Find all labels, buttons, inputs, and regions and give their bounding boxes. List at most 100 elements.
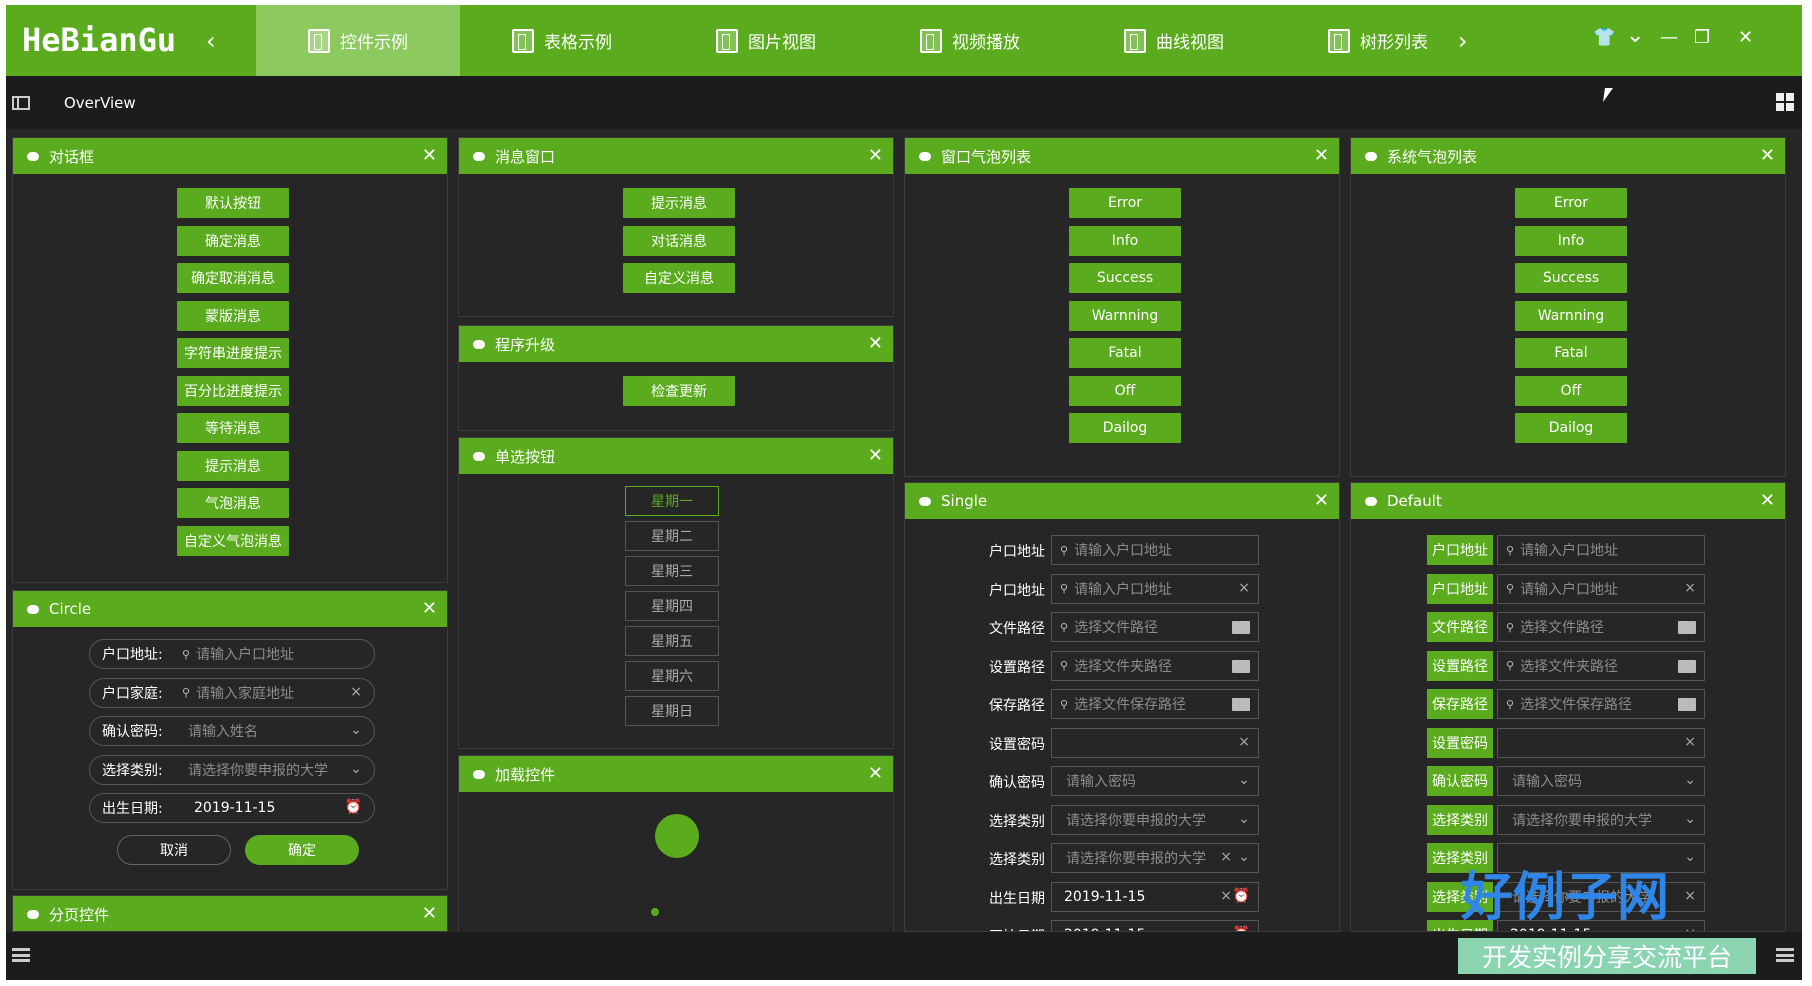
check-update-button[interactable]: 检查更新	[623, 376, 735, 406]
dialog-buttons-button-2[interactable]: 确定取消消息	[177, 263, 289, 293]
dialog-buttons-button-6[interactable]: 等待消息	[177, 413, 289, 443]
window-bubble-buttons-button-2[interactable]: Success	[1069, 263, 1181, 293]
close-icon[interactable]: ✕	[868, 333, 883, 354]
folder-icon[interactable]	[1232, 659, 1250, 673]
weekday-radio-1[interactable]: 星期二	[625, 521, 719, 551]
clear-icon[interactable]: ×	[1684, 580, 1696, 596]
clear-icon[interactable]: ×	[1238, 734, 1250, 750]
single-fields-input-10[interactable]: 2019-11-15⏰	[1051, 920, 1259, 931]
single-fields-input-1[interactable]: ⚲ 请输入户口地址 ×	[1051, 573, 1259, 604]
chevron-down-icon[interactable]: ⌄	[1626, 23, 1644, 48]
tab-2[interactable]: 图片视图	[664, 5, 868, 76]
circle-field-0[interactable]: 户口地址: ⚲ 请输入户口地址	[89, 639, 375, 669]
weekday-radio-3[interactable]: 星期四	[625, 591, 719, 621]
chevron-down-icon[interactable]: ⌄	[1684, 811, 1696, 827]
system-bubble-buttons-button-2[interactable]: Success	[1515, 263, 1627, 293]
close-icon[interactable]: ✕	[1314, 490, 1329, 511]
window-bubble-buttons-button-4[interactable]: Fatal	[1069, 338, 1181, 368]
message-buttons-button-2[interactable]: 自定义消息	[623, 263, 735, 293]
message-buttons-button-1[interactable]: 对话消息	[623, 225, 735, 256]
close-icon[interactable]: ✕	[868, 145, 883, 166]
chevron-down-icon[interactable]: ⌄	[350, 761, 362, 777]
system-bubble-buttons-button-1[interactable]: Info	[1515, 225, 1627, 256]
default-fields-input-2[interactable]: ⚲ 选择文件路径	[1497, 612, 1705, 642]
dialog-buttons-button-9[interactable]: 自定义气泡消息	[177, 525, 289, 556]
single-fields-input-9[interactable]: 2019-11-15 ⏰ ×	[1051, 881, 1259, 912]
weekday-radio-2[interactable]: 星期三	[625, 556, 719, 586]
default-fields-input-7[interactable]: 请选择你要申报的大学 ⌄	[1497, 804, 1705, 835]
single-fields-input-8[interactable]: 请选择你要申报的大学 ⌄ ×	[1051, 843, 1259, 873]
close-icon[interactable]: ✕	[1760, 145, 1775, 166]
circle-field-4[interactable]: 出生日期: 2019-11-15 ⏰	[89, 793, 375, 823]
tab-3[interactable]: 视频播放	[868, 5, 1072, 76]
single-fields-input-4[interactable]: ⚲ 选择文件保存路径	[1051, 689, 1259, 719]
close-icon[interactable]: ✕	[422, 598, 437, 619]
clear-icon[interactable]: ×	[1220, 849, 1232, 865]
ok-button[interactable]: 确定	[245, 835, 359, 865]
dialog-buttons-button-5[interactable]: 百分比进度提示	[177, 375, 289, 406]
circle-field-3[interactable]: 选择类别: 请选择你要申报的大学 ⌄	[89, 754, 375, 785]
restore-button[interactable]: ❐	[1694, 27, 1710, 48]
clear-icon[interactable]: ×	[1220, 888, 1232, 904]
weekday-radio-0[interactable]: 星期一	[625, 486, 719, 516]
single-fields-input-3[interactable]: ⚲ 选择文件夹路径	[1051, 650, 1259, 681]
clock-icon[interactable]: ⏰	[1233, 888, 1250, 904]
folder-icon[interactable]	[1232, 621, 1250, 634]
minimize-button[interactable]: —	[1660, 27, 1678, 48]
weekday-radio-6[interactable]: 星期日	[625, 696, 719, 726]
folder-icon[interactable]	[1678, 698, 1696, 711]
close-icon[interactable]: ✕	[1314, 145, 1329, 166]
dialog-buttons-button-1[interactable]: 确定消息	[177, 225, 289, 256]
single-fields-input-5[interactable]: ×	[1051, 727, 1259, 758]
tab-4[interactable]: 曲线视图	[1072, 5, 1276, 76]
weekday-radio-5[interactable]: 星期六	[625, 661, 719, 691]
dialog-buttons-button-7[interactable]: 提示消息	[177, 450, 289, 481]
window-bubble-buttons-button-6[interactable]: Dailog	[1069, 413, 1181, 443]
close-icon[interactable]: ✕	[422, 903, 437, 924]
dialog-buttons-button-0[interactable]: 默认按钮	[177, 188, 289, 218]
default-fields-input-1[interactable]: ⚲ 请输入户口地址 ×	[1497, 573, 1705, 604]
chevron-down-icon[interactable]: ⌄	[1684, 849, 1696, 865]
window-bubble-buttons-button-5[interactable]: Off	[1069, 375, 1181, 406]
system-bubble-buttons-button-4[interactable]: Fatal	[1515, 338, 1627, 368]
chevron-down-icon[interactable]: ⌄	[1238, 849, 1250, 865]
menu-list-icon[interactable]	[12, 948, 30, 962]
dialog-buttons-button-8[interactable]: 气泡消息	[177, 488, 289, 518]
folder-icon[interactable]	[1678, 659, 1696, 673]
system-bubble-buttons-button-6[interactable]: Dailog	[1515, 413, 1627, 443]
tab-5[interactable]: 树形列表	[1276, 5, 1480, 76]
cancel-button[interactable]: 取消	[117, 835, 231, 865]
window-bubble-buttons-button-3[interactable]: Warnning	[1069, 300, 1181, 331]
single-fields-input-6[interactable]: 请输入密码 ⌄	[1051, 766, 1259, 796]
window-bubble-buttons-button-1[interactable]: Info	[1069, 225, 1181, 256]
close-icon[interactable]: ✕	[1760, 490, 1775, 511]
weekday-radio-4[interactable]: 星期五	[625, 626, 719, 656]
tab-next-button[interactable]: ›	[1458, 27, 1468, 55]
system-bubble-buttons-button-5[interactable]: Off	[1515, 375, 1627, 406]
tab-0[interactable]: 控件示例	[256, 5, 460, 76]
sidebar-toggle-icon[interactable]	[12, 96, 30, 110]
dialog-buttons-button-3[interactable]: 蒙版消息	[177, 300, 289, 331]
close-icon[interactable]: ✕	[868, 763, 883, 784]
system-bubble-buttons-button-0[interactable]: Error	[1515, 188, 1627, 218]
folder-icon[interactable]	[1232, 698, 1250, 711]
skin-icon[interactable]: 👕	[1593, 27, 1615, 48]
folder-icon[interactable]	[1678, 621, 1696, 634]
chevron-down-icon[interactable]: ⌄	[350, 722, 362, 738]
default-fields-input-4[interactable]: ⚲ 选择文件保存路径	[1497, 689, 1705, 719]
default-fields-input-6[interactable]: 请输入密码 ⌄	[1497, 766, 1705, 796]
close-icon[interactable]: ✕	[868, 445, 883, 466]
circle-field-1[interactable]: 户口家庭: ⚲ 请输入家庭地址 ×	[89, 677, 375, 708]
close-icon[interactable]: ✕	[422, 145, 437, 166]
circle-field-2[interactable]: 确认密码: 请输入姓名 ⌄	[89, 716, 375, 746]
windows-icon[interactable]	[1776, 93, 1794, 111]
single-fields-input-0[interactable]: ⚲ 请输入户口地址	[1051, 535, 1259, 565]
clear-icon[interactable]: ×	[1684, 888, 1696, 904]
chevron-down-icon[interactable]: ⌄	[1238, 772, 1250, 788]
menu-list-icon-right[interactable]	[1776, 948, 1794, 962]
single-fields-input-2[interactable]: ⚲ 选择文件路径	[1051, 612, 1259, 642]
clear-icon[interactable]: ×	[350, 684, 362, 700]
single-fields-input-7[interactable]: 请选择你要申报的大学 ⌄	[1051, 804, 1259, 835]
default-fields-input-3[interactable]: ⚲ 选择文件夹路径	[1497, 650, 1705, 681]
message-buttons-button-0[interactable]: 提示消息	[623, 188, 735, 218]
